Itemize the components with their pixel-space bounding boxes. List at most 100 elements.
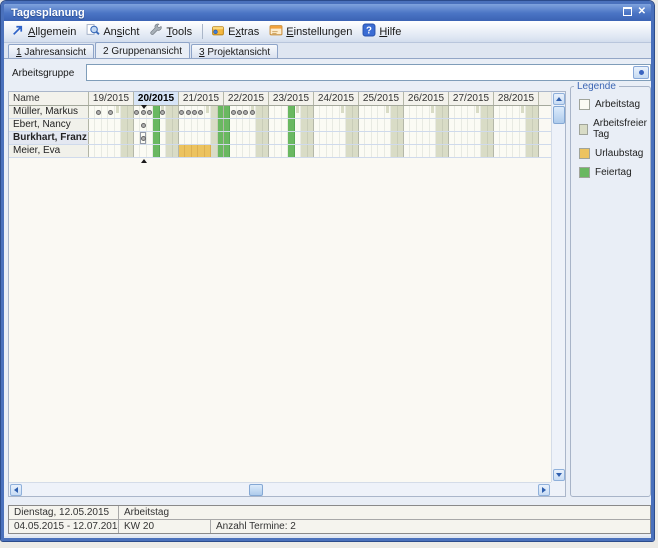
day-cell[interactable] <box>218 119 223 131</box>
tab-3-projektansicht[interactable]: 3 Projektansicht <box>191 44 278 58</box>
day-cell[interactable] <box>263 119 268 131</box>
day-cell[interactable] <box>398 145 403 157</box>
menu-item-allgemein[interactable]: Allgemein <box>8 22 81 41</box>
horizontal-scrollbar <box>9 482 551 496</box>
day-cell[interactable] <box>533 106 538 118</box>
scroll-left-button[interactable] <box>10 484 22 496</box>
day-cell[interactable] <box>398 119 403 131</box>
week-20-2015 <box>134 145 179 157</box>
day-cell[interactable] <box>308 106 313 118</box>
combobox-dropdown-button[interactable] <box>633 66 649 79</box>
appointment-dot <box>243 110 248 115</box>
workgroup-combobox[interactable] <box>86 64 651 81</box>
employee-name-burkhart-franz[interactable]: Burkhart, Franz <box>9 132 89 144</box>
legend-box: ArbeitstagArbeitsfreier TagUrlaubstagFei… <box>570 86 651 497</box>
settings-icon <box>269 23 283 40</box>
scroll-down-button[interactable] <box>553 469 565 481</box>
appointment-dot <box>134 110 139 115</box>
day-cell[interactable] <box>533 145 538 157</box>
day-cell[interactable] <box>173 106 178 118</box>
menu-item-extras[interactable]: Extras <box>208 22 264 41</box>
day-cell[interactable] <box>353 145 358 157</box>
arrow-right-icon <box>542 487 546 493</box>
day-cell[interactable] <box>263 106 268 118</box>
half-day-marker <box>296 106 299 113</box>
day-cell[interactable] <box>218 132 223 144</box>
half-day-marker <box>431 106 434 113</box>
vertical-scroll-thumb[interactable] <box>553 106 565 124</box>
scroll-up-button[interactable] <box>553 93 565 105</box>
day-cell[interactable] <box>128 145 133 157</box>
horizontal-scroll-thumb[interactable] <box>249 484 263 496</box>
status-cell: 04.05.2015 - 12.07.2015 <box>9 520 119 533</box>
legend-swatch-vacation <box>579 148 590 159</box>
restore-icon[interactable] <box>623 7 632 16</box>
week-header-21-2015: 21/2015 <box>179 92 224 105</box>
close-icon[interactable]: ✕ <box>638 6 646 17</box>
day-cell[interactable] <box>173 145 178 157</box>
appointment-dot <box>186 110 191 115</box>
scrollbar-corner <box>551 482 565 496</box>
day-cell[interactable] <box>398 106 403 118</box>
day-cell[interactable] <box>443 119 448 131</box>
day-cell[interactable] <box>443 145 448 157</box>
dropdown-arrow-icon <box>639 70 644 75</box>
employee-name-ebert-nancy[interactable]: Ebert, Nancy <box>9 119 89 131</box>
scroll-right-button[interactable] <box>538 484 550 496</box>
status-cell: Arbeitstag <box>119 506 650 519</box>
day-cell[interactable] <box>488 132 493 144</box>
workgroup-label: Arbeitsgruppe <box>12 68 74 79</box>
day-cell[interactable] <box>173 132 178 144</box>
tab-1-jahresansicht[interactable]: 1 Jahresansicht <box>8 44 94 58</box>
day-cell[interactable] <box>353 132 358 144</box>
workgroup-input[interactable] <box>87 65 632 80</box>
day-cell[interactable] <box>308 132 313 144</box>
nav-arrow-icon <box>11 23 25 40</box>
day-cell[interactable] <box>263 145 268 157</box>
menu-item-ansicht[interactable]: Ansicht <box>83 22 144 41</box>
day-cell[interactable] <box>173 119 178 131</box>
week-23-2015 <box>269 132 314 144</box>
day-cell[interactable] <box>443 106 448 118</box>
day-cell[interactable] <box>488 119 493 131</box>
menu-item-einstellungen[interactable]: Einstellungen <box>266 22 357 41</box>
day-cell[interactable] <box>533 132 538 144</box>
week-23-2015 <box>269 145 314 157</box>
day-cell[interactable] <box>488 106 493 118</box>
week-26-2015 <box>404 132 449 144</box>
day-cell[interactable] <box>308 119 313 131</box>
day-cell[interactable] <box>218 106 223 118</box>
tab-2-gruppenansicht[interactable]: 2 Gruppenansicht <box>95 42 190 58</box>
day-cell[interactable] <box>533 119 538 131</box>
employee-name-m-ller-markus[interactable]: Müller, Markus <box>9 106 89 118</box>
day-cell[interactable] <box>128 132 133 144</box>
week-header-22-2015: 22/2015 <box>224 92 269 105</box>
legend-item-feiertag: Feiertag <box>579 167 650 178</box>
week-26-2015 <box>404 106 449 118</box>
menu-bar: AllgemeinAnsichtTools ExtrasEinstellungen… <box>4 21 651 43</box>
day-cell[interactable] <box>128 119 133 131</box>
status-cell: Dienstag, 12.05.2015 <box>9 506 119 519</box>
schedule-row-burkhart-franz: Burkhart, Franz <box>9 132 551 145</box>
menu-item-tools[interactable]: Tools <box>146 22 197 41</box>
day-cell[interactable] <box>353 119 358 131</box>
day-cell[interactable] <box>488 145 493 157</box>
status-cell: KW 20 <box>119 520 211 533</box>
day-cell[interactable] <box>398 132 403 144</box>
week-header-23-2015: 23/2015 <box>269 92 314 105</box>
day-cell[interactable] <box>218 145 223 157</box>
menu-item-hilfe[interactable]: ?Hilfe <box>359 22 406 41</box>
week-23-2015 <box>269 119 314 131</box>
day-cell[interactable] <box>353 106 358 118</box>
day-cell[interactable] <box>308 145 313 157</box>
title-bar[interactable]: Tagesplanung ✕ <box>4 4 651 21</box>
day-cell[interactable] <box>128 106 133 118</box>
day-cell[interactable] <box>443 132 448 144</box>
week-22-2015 <box>224 119 269 131</box>
employee-name-meier-eva[interactable]: Meier, Eva <box>9 145 89 157</box>
help-icon: ? <box>362 23 376 40</box>
day-cell[interactable] <box>263 132 268 144</box>
legend-swatch-work <box>579 99 590 110</box>
week-25-2015 <box>359 106 404 118</box>
week-28-2015 <box>494 145 539 157</box>
